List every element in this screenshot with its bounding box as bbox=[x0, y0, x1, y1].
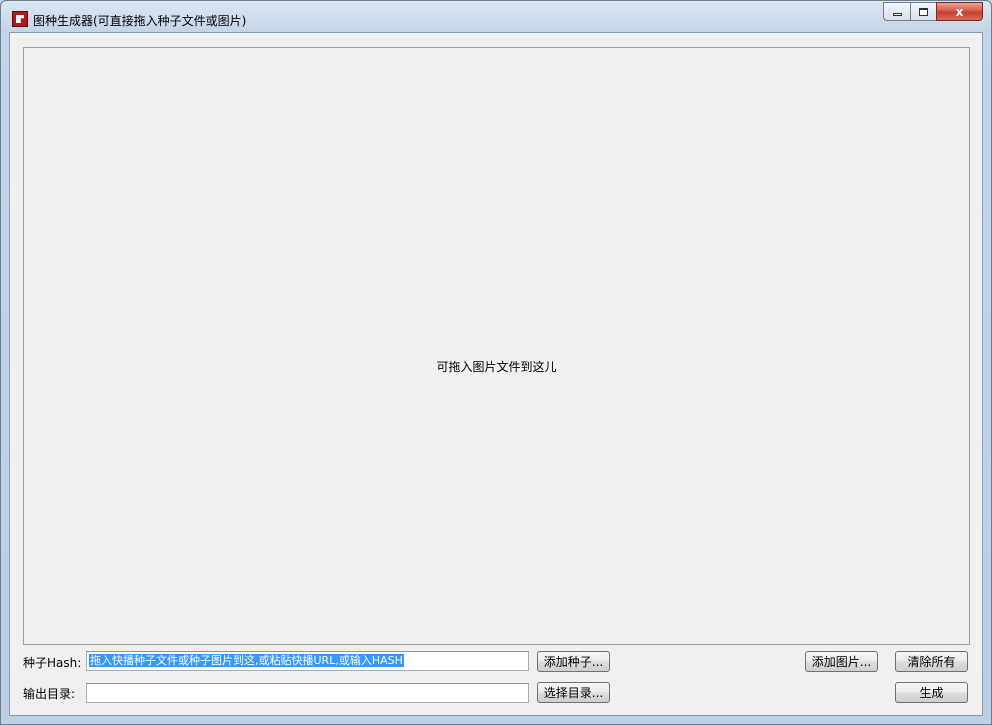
seed-hash-value: 拖入快播种子文件或种子图片到这,或粘贴快播URL,或输入HASH bbox=[89, 654, 404, 667]
add-seed-button[interactable]: 添加种子... bbox=[537, 651, 610, 672]
title-bar[interactable]: 图种生成器(可直接拖入种子文件或图片) x bbox=[1, 1, 991, 33]
output-dir-input[interactable] bbox=[86, 683, 529, 703]
minimize-icon bbox=[892, 13, 902, 16]
app-icon[interactable] bbox=[12, 11, 28, 27]
maximize-icon bbox=[919, 7, 928, 16]
client-area: 可拖入图片文件到这儿 种子Hash: 拖入快播种子文件或种子图片到这,或粘贴快播… bbox=[9, 32, 983, 716]
generate-button[interactable]: 生成 bbox=[895, 682, 968, 703]
window-title: 图种生成器(可直接拖入种子文件或图片) bbox=[33, 14, 247, 28]
close-button[interactable]: x bbox=[936, 2, 983, 21]
output-dir-label: 输出目录: bbox=[23, 687, 76, 701]
minimize-button[interactable] bbox=[883, 2, 910, 21]
clear-all-button[interactable]: 清除所有 bbox=[895, 651, 968, 672]
seed-hash-input[interactable]: 拖入快播种子文件或种子图片到这,或粘贴快播URL,或输入HASH bbox=[86, 651, 529, 671]
close-icon: x bbox=[955, 4, 964, 19]
maximize-button[interactable] bbox=[910, 2, 936, 21]
seed-hash-label: 种子Hash: bbox=[23, 656, 82, 670]
select-dir-button[interactable]: 选择目录... bbox=[537, 682, 610, 703]
image-drop-area[interactable]: 可拖入图片文件到这儿 bbox=[23, 47, 970, 645]
add-image-button[interactable]: 添加图片... bbox=[805, 651, 878, 672]
drop-hint: 可拖入图片文件到这儿 bbox=[436, 360, 557, 374]
caption-buttons: x bbox=[883, 2, 983, 22]
app-window: 图种生成器(可直接拖入种子文件或图片) x 可拖入图片文件到这儿 种子Hash:… bbox=[0, 0, 992, 725]
